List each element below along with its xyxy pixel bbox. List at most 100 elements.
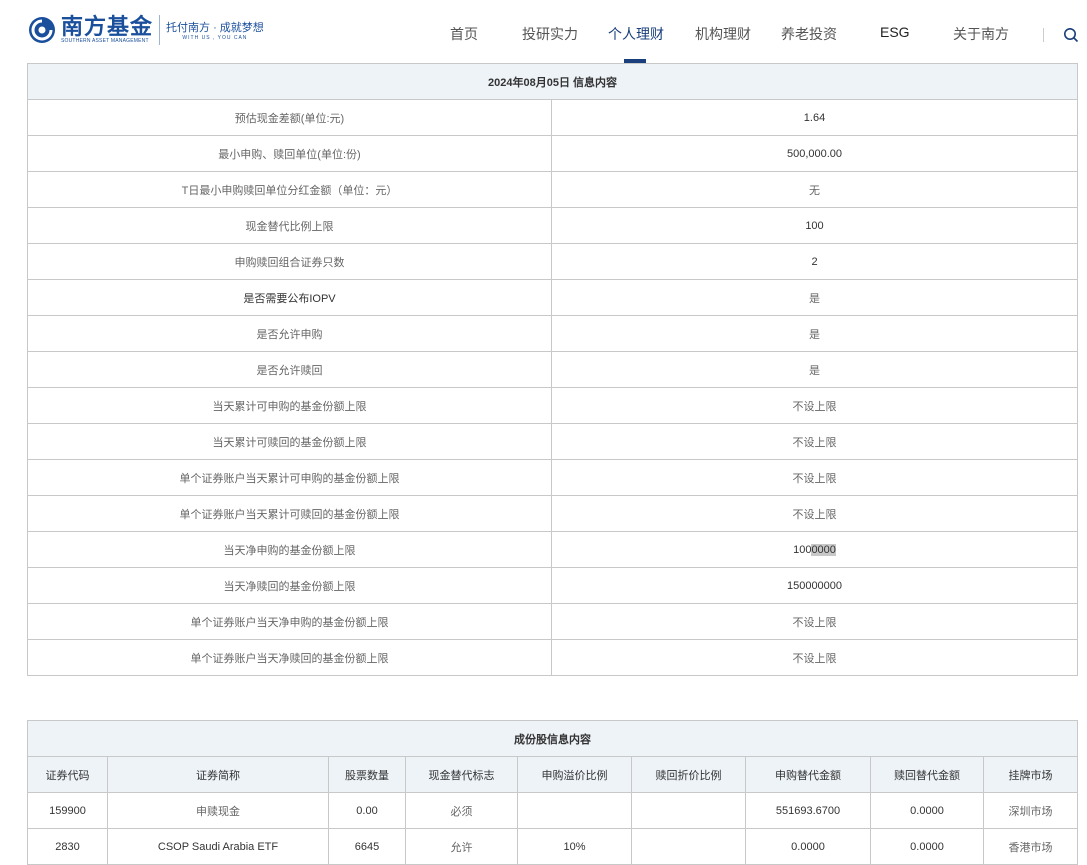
info-label: 是否允许赎回 [27,351,552,388]
info-value: 不设上限 [551,603,1078,640]
component-table: 成份股信息内容 证券代码 证券简称 股票数量 现金替代标志 申购溢价比例 赎回折价比例 申购… [26,720,1079,865]
column-header: 股票数量 [328,756,406,793]
info-label: 单个证券账户当天累计可申购的基金份额上限 [27,459,552,496]
brand-name: 南方基金 [61,14,154,39]
info-value: 150000000 [551,567,1078,604]
table-cell: 0.0000 [870,828,984,865]
column-header: 赎回替代金额 [870,756,984,793]
info-row: 最小申购、赎回单位(单位:份) 500,000.00 [27,135,1078,172]
info-value: 1.64 [551,99,1078,136]
table-cell [517,792,632,829]
nav-esg[interactable]: ESG [880,24,910,40]
value-prefix: 100 [793,543,812,556]
info-row: 当天累计可申购的基金份额上限 不设上限 [27,387,1078,424]
table-cell: 0.0000 [870,792,984,829]
info-label: 当天累计可申购的基金份额上限 [27,387,552,424]
table-row: 159900 申赎现金 0.00 必须 551693.6700 0.0000 深圳市场 [27,792,1079,829]
info-label: 是否允许申购 [27,315,552,352]
info-value: 不设上限 [551,459,1078,496]
table-cell: 10% [517,828,632,865]
column-header: 现金替代标志 [405,756,518,793]
column-header: 证券简称 [107,756,329,793]
info-row: 是否需要公布IOPV 是 [27,279,1078,316]
info-row: 是否允许申购是 [27,315,1078,352]
info-row: 单个证券账户当天累计可申购的基金份额上限 不设上限 [27,459,1078,496]
nav-home[interactable]: 首页 [450,24,478,44]
info-row: 单个证券账户当天净赎回的基金份额上限 不设上限 [27,639,1078,676]
table-cell: 551693.6700 [745,792,871,829]
table-cell: 0.0000 [745,828,871,865]
slogan: 托付南方 · 成就梦想 [166,22,264,34]
info-label: 单个证券账户当天累计可赎回的基金份额上限 [27,495,552,532]
info-value: 是 [551,315,1078,352]
info-label: 当天累计可赎回的基金份额上限 [27,423,552,460]
table-cell: 香港市场 [982,828,1079,865]
nav-institutional[interactable]: 机构理财 [695,24,751,44]
table-cell: 6645 [328,828,406,865]
logo[interactable]: 南方基金 SOUTHERN ASSET MANAGEMENT 托付南方 · 成就… [27,15,264,45]
info-row: 预估现金差额(单位:元) 1.64 [27,99,1078,136]
selected-text: 0000 [811,543,836,556]
info-table-title: 2024年08月05日 信息内容 [27,63,1078,100]
info-label: 预估现金差额(单位:元) [27,99,552,136]
table-cell [631,828,746,865]
column-header: 证券代码 [27,756,108,793]
nav-divider [1043,28,1044,42]
table-cell: 0.00 [328,792,406,829]
table-cell: 深圳市场 [982,792,1079,829]
header: 南方基金 SOUTHERN ASSET MANAGEMENT 托付南方 · 成就… [0,0,1087,63]
info-row: 当天累计可赎回的基金份额上限 不设上限 [27,423,1078,460]
table-cell: 159900 [27,792,108,829]
info-row: 现金替代比例上限 100 [27,207,1078,244]
column-header: 赎回折价比例 [631,756,746,793]
column-header: 申购替代金额 [745,756,871,793]
info-label: 当天净赎回的基金份额上限 [27,567,552,604]
component-table-title: 成份股信息内容 [26,720,1079,757]
table-cell: 2830 [27,828,108,865]
info-value: 是 [551,279,1078,316]
nav-about[interactable]: 关于南方 [953,24,1009,44]
table-cell: 申赎现金 [107,792,329,829]
info-value: 无 [551,171,1078,208]
table-cell: 必须 [405,792,518,829]
table-cell: CSOP Saudi Arabia ETF [107,828,329,865]
info-value: 500,000.00 [551,135,1078,172]
info-label: T日最小申购赎回单位分红金额（单位：元） [27,171,552,208]
info-row: 当天净赎回的基金份额上限 150000000 [27,567,1078,604]
logo-swirl-icon [27,15,61,45]
nav-personal[interactable]: 个人理财 [608,24,664,44]
table-row: 2830 CSOP Saudi Arabia ETF 6645 允许 10% 0.0000… [27,828,1079,865]
info-label: 申购赎回组合证券只数 [27,243,552,280]
search-icon[interactable] [1063,27,1079,48]
nav-research[interactable]: 投研实力 [522,24,578,44]
info-row: 是否允许赎回是 [27,351,1078,388]
info-table: 2024年08月05日 信息内容 预估现金差额(单位:元) 1.64 最小申购、赎回… [27,63,1078,676]
info-label: 单个证券账户当天净申购的基金份额上限 [27,603,552,640]
info-label: 最小申购、赎回单位(单位:份) [27,135,552,172]
column-header: 挂牌市场 [982,756,1079,793]
slogan-en: WITH US , YOU CAN [182,35,248,41]
info-value: 不设上限 [551,495,1078,532]
info-value: 不设上限 [551,423,1078,460]
info-row: 单个证券账户当天净申购的基金份额上限 不设上限 [27,603,1078,640]
info-row: T日最小申购赎回单位分红金额（单位：元）无 [27,171,1078,208]
info-label: 现金替代比例上限 [27,207,552,244]
info-label: 当天净申购的基金份额上限 [27,531,552,568]
info-value: 不设上限 [551,639,1078,676]
info-value: 是 [551,351,1078,388]
column-header: 申购溢价比例 [517,756,632,793]
info-value: 100 [551,207,1078,244]
table-cell [631,792,746,829]
logo-divider [159,15,161,45]
brand-name-en: SOUTHERN ASSET MANAGEMENT [61,38,149,44]
info-value: 2 [551,243,1078,280]
info-row: 当天净申购的基金份额上限 1000000 [27,531,1078,568]
nav-pension[interactable]: 养老投资 [781,24,837,44]
table-cell: 允许 [405,828,518,865]
info-row: 申购赎回组合证券只数 2 [27,243,1078,280]
info-value: 1000000 [551,531,1078,568]
info-row: 单个证券账户当天累计可赎回的基金份额上限 不设上限 [27,495,1078,532]
info-label: 单个证券账户当天净赎回的基金份额上限 [27,639,552,676]
info-value: 不设上限 [551,387,1078,424]
info-label: 是否需要公布IOPV [27,279,552,316]
